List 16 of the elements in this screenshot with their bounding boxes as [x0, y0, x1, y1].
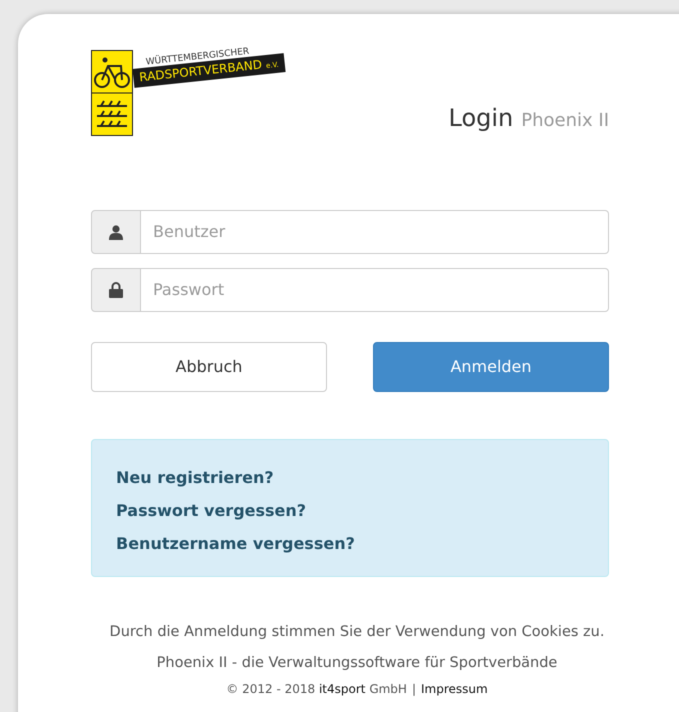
imprint-link[interactable]: Impressum: [421, 680, 488, 698]
login-button[interactable]: Anmelden: [373, 342, 609, 392]
cancel-button[interactable]: Abbruch: [91, 342, 327, 392]
cookie-notice: Durch die Anmeldung stimmen Sie der Verwendung von Cookies zu.: [110, 623, 604, 642]
help-link[interactable]: Passwort vergessen?: [116, 499, 306, 523]
help-link[interactable]: Benutzername vergessen?: [116, 532, 355, 556]
separator-text: |: [412, 681, 416, 698]
input-field[interactable]: Benutzer: [141, 210, 609, 254]
user-icon: [109, 224, 123, 240]
tagline: Phoenix II - die Verwaltungssoftware für Sportverbände: [156, 654, 558, 673]
copyright-text: © 2012 - 2018 it4sport GmbH: [226, 681, 407, 698]
help-link[interactable]: Neu registrieren?: [116, 466, 274, 490]
lock-icon: [109, 282, 123, 298]
login-subtitle: Phoenix II: [521, 112, 609, 130]
login-title: Login: [448, 106, 514, 130]
input-field[interactable]: Passwort: [141, 268, 609, 312]
